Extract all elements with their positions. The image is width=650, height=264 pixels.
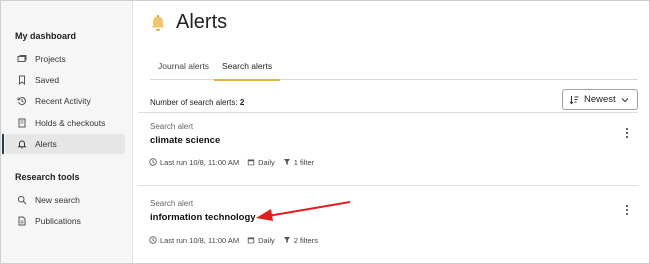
alert-last-run: Last run 10/8, 11:00 AM (160, 235, 240, 245)
alert-more-options-button[interactable] (622, 127, 632, 139)
alert-frequency: Daily (258, 235, 275, 245)
filter-icon (283, 237, 290, 243)
alert-count-value: 2 (239, 98, 245, 107)
calendar-icon (247, 159, 255, 166)
page-title: Alerts (176, 11, 228, 33)
calendar-icon (247, 237, 255, 244)
sort-icon (569, 95, 579, 104)
divider (138, 185, 638, 186)
sidebar-item-label: Alerts (35, 139, 57, 149)
sidebar-item-publications[interactable]: Publications (5, 211, 125, 231)
sidebar-item-new-search[interactable]: New search (5, 190, 125, 210)
alert-type-label: Search alert (150, 199, 194, 208)
sidebar-item-alerts[interactable]: Alerts (2, 134, 125, 154)
chevron-down-icon (621, 98, 629, 103)
bookmark-icon (17, 75, 27, 85)
clock-icon (149, 236, 157, 244)
bell-icon (151, 14, 165, 31)
sidebar-item-projects[interactable]: Projects (5, 49, 125, 69)
alert-meta: Last run 10/8, 11:00 AM Daily 1 filter (149, 157, 322, 167)
bell-icon (17, 139, 27, 149)
sidebar-item-label: New search (35, 195, 80, 205)
sidebar-item-label: Projects (35, 54, 66, 64)
alert-more-options-button[interactable] (622, 204, 632, 216)
tab-search-alerts[interactable]: Search alerts (213, 58, 281, 81)
alert-frequency: Daily (258, 157, 275, 167)
alert-last-run: Last run 10/8, 11:00 AM (160, 157, 240, 167)
search-icon (17, 195, 27, 205)
alert-count-label: Number of search alerts: (150, 98, 238, 107)
sidebar-item-label: Holds & checkouts (35, 118, 106, 128)
tab-journal-alerts[interactable]: Journal alerts (158, 58, 209, 80)
research-tools-heading: Research tools (15, 172, 80, 182)
alert-filters: 2 filters (293, 235, 318, 245)
sidebar-item-holds-checkouts[interactable]: Holds & checkouts (5, 113, 125, 133)
alert-type-label: Search alert (150, 122, 194, 131)
sidebar-item-label: Publications (35, 216, 81, 226)
dashboard-heading: My dashboard (15, 31, 77, 41)
sidebar-item-label: Recent Activity (35, 96, 91, 106)
alert-tabs: Journal alerts Search alerts (150, 58, 638, 81)
alert-name-link[interactable]: climate science (150, 135, 220, 146)
alert-count: Number of search alerts: 2 (150, 98, 244, 107)
history-icon (17, 96, 27, 106)
sidebar-item-label: Saved (35, 75, 60, 85)
book-icon (17, 118, 27, 128)
sidebar: My dashboard Projects Saved Recent Activ… (1, 1, 133, 263)
alert-filters: 1 filter (293, 157, 315, 167)
projects-icon (17, 54, 27, 64)
sort-dropdown[interactable]: Newest (562, 89, 638, 110)
divider (138, 112, 638, 113)
clock-icon (149, 158, 157, 166)
sidebar-item-saved[interactable]: Saved (5, 70, 125, 90)
filter-icon (283, 159, 290, 165)
alert-name-link[interactable]: information technology (150, 212, 256, 223)
document-icon (17, 216, 27, 226)
alert-meta: Last run 10/8, 11:00 AM Daily 2 filters (149, 235, 326, 245)
sort-selected-value: Newest (584, 94, 616, 105)
sidebar-item-recent-activity[interactable]: Recent Activity (5, 91, 125, 111)
